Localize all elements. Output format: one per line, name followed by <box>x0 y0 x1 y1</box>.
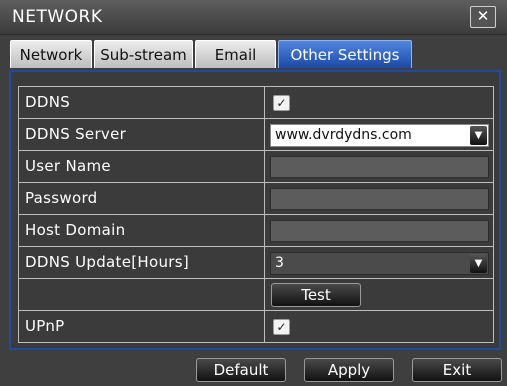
close-icon: ✕ <box>476 7 490 25</box>
host-domain-input[interactable] <box>270 220 489 242</box>
user-name-label: User Name <box>18 150 265 183</box>
row-password: Password <box>18 182 494 215</box>
password-input[interactable] <box>270 188 489 210</box>
apply-button[interactable]: Apply <box>304 358 394 382</box>
row-ddns: DDNS ✓ <box>18 86 494 119</box>
tab-sub-stream[interactable]: Sub-stream <box>94 40 193 68</box>
tab-other-settings[interactable]: Other Settings <box>278 40 412 68</box>
ddns-update-label: DDNS Update[Hours] <box>18 246 265 279</box>
user-name-input[interactable] <box>270 156 489 178</box>
chevron-down-icon[interactable]: ▼ <box>470 126 487 145</box>
row-ddns-server: DDNS Server www.dvrdydns.com ▼ <box>18 118 494 151</box>
ddns-server-label: DDNS Server <box>18 118 265 151</box>
host-domain-label: Host Domain <box>18 214 265 247</box>
chevron-down-icon[interactable]: ▼ <box>470 254 487 273</box>
ddns-update-value-cell: 3 ▼ <box>264 246 494 279</box>
tab-network[interactable]: Network <box>10 40 92 68</box>
upnp-label: UPnP <box>18 310 265 343</box>
check-icon: ✓ <box>276 96 287 110</box>
exit-button[interactable]: Exit <box>412 358 502 382</box>
test-button[interactable]: Test <box>271 283 361 307</box>
ddns-value-cell: ✓ <box>264 86 494 119</box>
row-upnp: UPnP ✓ <box>18 310 494 343</box>
ddns-server-value: www.dvrdydns.com <box>275 127 412 143</box>
upnp-checkbox[interactable]: ✓ <box>273 319 290 335</box>
title-bar: NETWORK ✕ <box>0 0 507 35</box>
default-button[interactable]: Default <box>196 358 286 382</box>
row-user-name: User Name <box>18 150 494 183</box>
row-test: Test <box>18 278 494 311</box>
empty-label-cell <box>18 278 265 311</box>
settings-panel: DDNS ✓ DDNS Server www.dvrdydns.com ▼ Us… <box>9 70 501 350</box>
tab-email[interactable]: Email <box>195 40 276 68</box>
ddns-update-select[interactable]: 3 ▼ <box>270 252 489 275</box>
ddns-update-value: 3 <box>275 255 284 271</box>
check-icon: ✓ <box>276 320 287 334</box>
ddns-server-select[interactable]: www.dvrdydns.com ▼ <box>270 124 489 147</box>
row-ddns-update: DDNS Update[Hours] 3 ▼ <box>18 246 494 279</box>
ddns-label: DDNS <box>18 86 265 119</box>
upnp-value-cell: ✓ <box>264 310 494 343</box>
ddns-checkbox[interactable]: ✓ <box>273 95 290 111</box>
user-name-value-cell <box>264 150 494 183</box>
test-value-cell: Test <box>264 278 494 311</box>
close-button[interactable]: ✕ <box>470 6 496 28</box>
window-title: NETWORK <box>12 7 103 27</box>
row-host-domain: Host Domain <box>18 214 494 247</box>
password-value-cell <box>264 182 494 215</box>
ddns-server-value-cell: www.dvrdydns.com ▼ <box>264 118 494 151</box>
host-domain-value-cell <box>264 214 494 247</box>
password-label: Password <box>18 182 265 215</box>
